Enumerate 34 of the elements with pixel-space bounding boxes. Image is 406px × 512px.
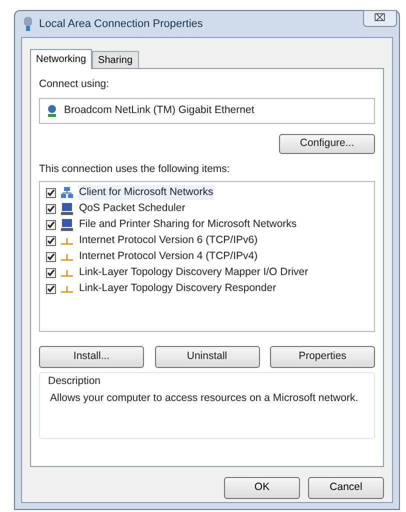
checkbox[interactable] <box>46 220 56 230</box>
checkbox[interactable] <box>46 252 56 262</box>
window-title: Local Area Connection Properties <box>39 16 203 32</box>
adapter-name: Broadcom NetLink (TM) Gigabit Ethernet <box>64 102 254 118</box>
checkbox[interactable] <box>46 236 56 246</box>
section-label: Connect using: <box>39 77 110 92</box>
action-button[interactable]: Properties <box>270 346 375 368</box>
group-label: Description <box>48 374 102 388</box>
checkbox[interactable] <box>46 188 56 198</box>
list-item[interactable]: Internet Protocol Version 6 (TCP/IPv6) <box>78 232 259 248</box>
checkbox[interactable] <box>46 284 56 294</box>
tab[interactable]: Networking <box>30 49 92 69</box>
dialog-button[interactable]: OK <box>224 477 300 499</box>
checkbox[interactable] <box>46 204 56 214</box>
network-icon <box>60 186 74 200</box>
dialog-button[interactable]: Cancel <box>308 477 384 499</box>
list-item[interactable]: Internet Protocol Version 4 (TCP/IPv4) <box>78 248 259 264</box>
network-adapter-icon <box>46 104 58 118</box>
computer-icon <box>60 202 74 216</box>
checkbox[interactable] <box>46 268 56 278</box>
list-item[interactable]: Link-Layer Topology Discovery Mapper I/O Driver <box>78 264 310 280</box>
action-button[interactable]: Uninstall <box>154 346 260 368</box>
section-label: This connection uses the following items: <box>39 162 231 177</box>
tab[interactable]: Sharing <box>92 51 138 68</box>
list-item[interactable]: File and Printer Sharing for Microsoft Networks <box>78 216 298 232</box>
list-item[interactable]: Client for Microsoft Networks <box>78 184 214 200</box>
description-text: Allows your computer to access resources on a Microsoft network. <box>49 391 360 406</box>
close-button[interactable]: ⌧ <box>363 10 397 27</box>
list-item[interactable]: QoS Packet Scheduler <box>78 200 186 216</box>
network-icon <box>23 16 33 32</box>
configure-button[interactable]: Configure... <box>279 134 375 154</box>
computer-icon <box>60 218 74 232</box>
action-button[interactable]: Install... <box>39 346 144 368</box>
list-item[interactable]: Link-Layer Topology Discovery Responder <box>78 280 278 296</box>
